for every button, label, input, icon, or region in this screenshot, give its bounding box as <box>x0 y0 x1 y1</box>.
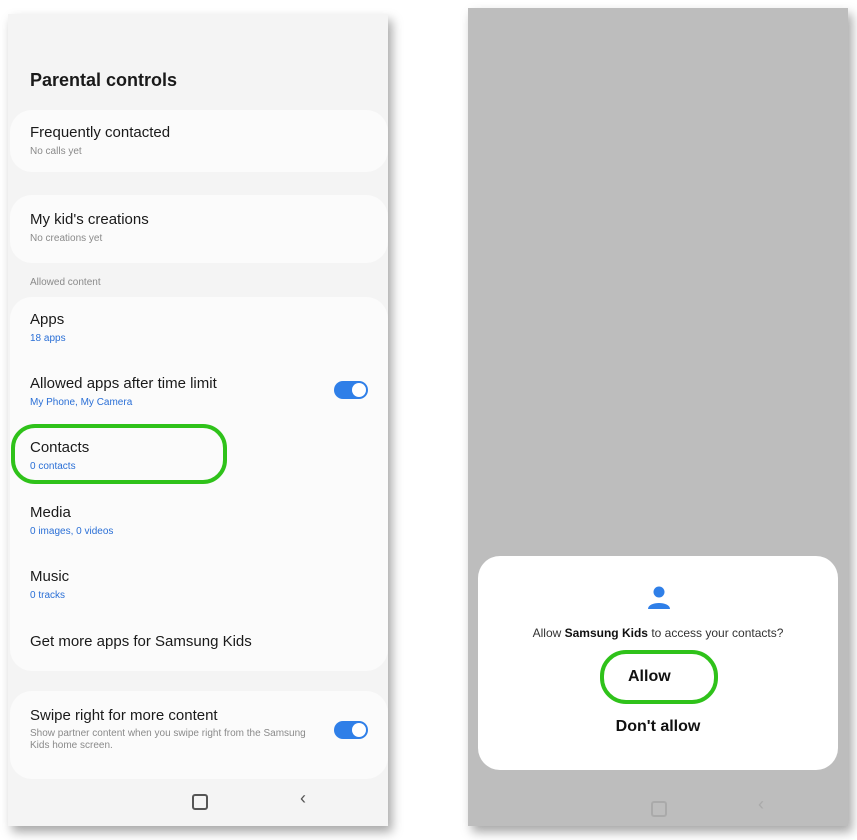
back-icon[interactable]: ‹ <box>758 794 764 815</box>
creations-card[interactable]: My kid's creations No creations yet <box>10 195 388 263</box>
swipe-card[interactable]: Swipe right for more content Show partne… <box>10 691 388 779</box>
toggle-knob <box>352 383 366 397</box>
allowed-after-limit-sub: My Phone, My Camera <box>30 397 133 408</box>
person-icon <box>648 586 670 609</box>
permission-screen: Allow Samsung Kids to access your contac… <box>468 8 848 826</box>
home-icon[interactable] <box>651 801 667 817</box>
get-more-apps-title: Get more apps for Samsung Kids <box>30 633 252 650</box>
dont-allow-button[interactable]: Don't allow <box>478 718 838 736</box>
back-icon[interactable]: ‹ <box>300 788 306 809</box>
get-more-apps-item[interactable]: Get more apps for Samsung Kids <box>30 633 388 650</box>
allowed-content-label: Allowed content <box>30 277 101 288</box>
permission-message: Allow Samsung Kids to access your contac… <box>478 626 838 640</box>
home-icon[interactable] <box>192 794 208 810</box>
apps-title: Apps <box>30 311 65 328</box>
creations-sub: No creations yet <box>30 233 103 244</box>
media-item[interactable]: Media 0 images, 0 videos <box>30 504 388 537</box>
navigation-bar: ‹ <box>8 786 388 816</box>
music-item[interactable]: Music 0 tracks <box>30 568 388 601</box>
swipe-item[interactable]: Swipe right for more content Show partne… <box>30 707 318 752</box>
toggle-knob <box>352 723 366 737</box>
allowed-content-card: Apps 18 apps Allowed apps after time lim… <box>10 297 388 671</box>
permission-message-post: to access your contacts? <box>647 626 784 640</box>
creations-item[interactable]: My kid's creations No creations yet <box>30 211 388 244</box>
parental-controls-screen: Parental controls Frequently contacted N… <box>8 14 388 826</box>
allowed-after-limit-toggle[interactable] <box>334 381 368 399</box>
swipe-title: Swipe right for more content <box>30 707 218 724</box>
page-title: Parental controls <box>30 70 178 90</box>
apps-sub: 18 apps <box>30 333 66 344</box>
frequently-contacted-item[interactable]: Frequently contacted No calls yet <box>30 124 388 157</box>
swipe-toggle[interactable] <box>334 721 368 739</box>
apps-item[interactable]: Apps 18 apps <box>30 311 388 344</box>
media-sub: 0 images, 0 videos <box>30 526 114 537</box>
permission-dialog: Allow Samsung Kids to access your contac… <box>478 556 838 770</box>
media-title: Media <box>30 504 71 521</box>
allow-button[interactable]: Allow <box>628 668 671 686</box>
music-title: Music <box>30 568 70 585</box>
frequently-contacted-title: Frequently contacted <box>30 124 171 141</box>
contacts-highlight <box>11 424 227 484</box>
frequently-contacted-card[interactable]: Frequently contacted No calls yet <box>10 110 388 172</box>
frequently-contacted-sub: No calls yet <box>30 146 82 157</box>
swipe-sub: Show partner content when you swipe righ… <box>30 728 306 751</box>
music-sub: 0 tracks <box>30 590 66 601</box>
permission-message-pre: Allow <box>532 626 565 640</box>
permission-app-name: Samsung Kids <box>564 626 648 640</box>
creations-title: My kid's creations <box>30 211 149 228</box>
